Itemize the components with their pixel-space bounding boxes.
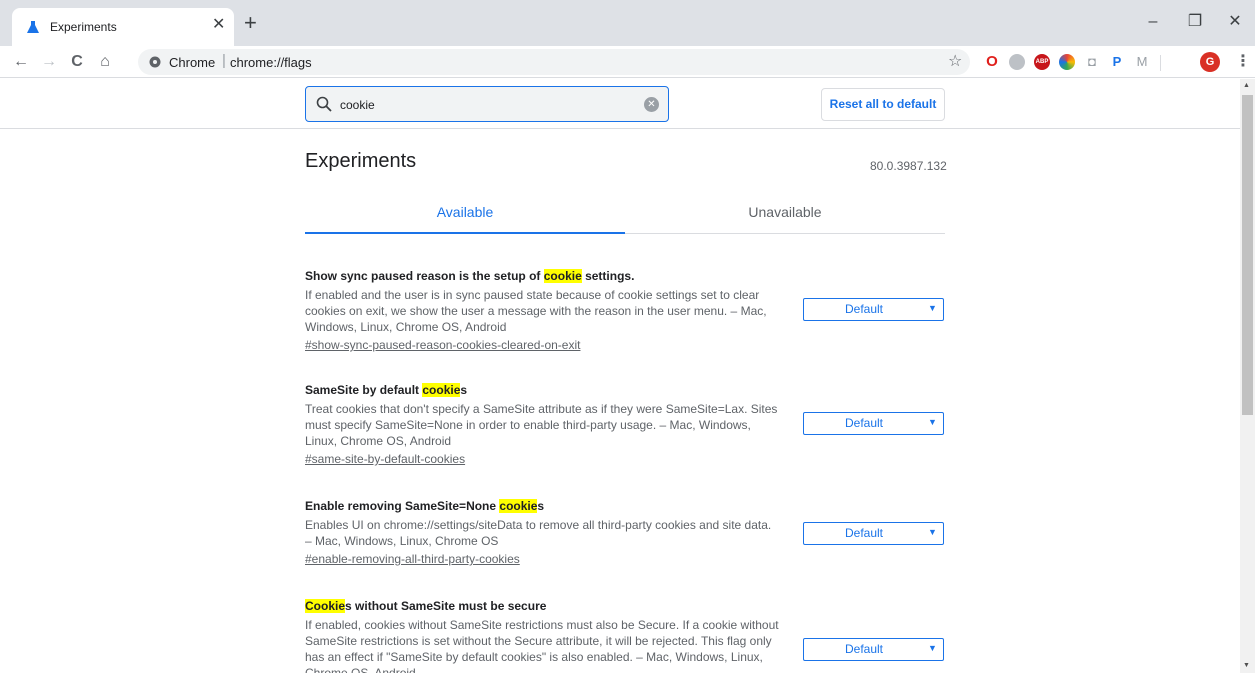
title-text: s without SameSite must be secure — [345, 599, 547, 613]
experiment-item: Cookies without SameSite must be secure … — [305, 598, 945, 673]
chrome-site-icon — [149, 56, 161, 68]
experiment-select[interactable]: Default ▼ — [803, 298, 944, 321]
minimize-button[interactable]: – — [1140, 10, 1166, 34]
new-tab-button[interactable]: + — [244, 12, 257, 34]
experiment-description: Treat cookies that don't specify a SameS… — [305, 402, 778, 448]
scroll-thumb[interactable] — [1242, 95, 1253, 415]
flags-tabs: Available Unavailable — [305, 192, 945, 234]
tab-available[interactable]: Available — [305, 192, 625, 234]
dropdown-arrow-icon: ▼ — [928, 643, 937, 653]
title-text: settings. — [581, 269, 635, 283]
select-value: Default — [844, 416, 884, 430]
dropdown-arrow-icon: ▼ — [928, 303, 937, 313]
dropdown-arrow-icon: ▼ — [928, 527, 937, 537]
bookmark-star-icon[interactable]: ☆ — [948, 53, 962, 71]
tab-experiments[interactable]: Experiments ✕ — [12, 8, 234, 46]
experiment-title: Cookies without SameSite must be secure — [305, 598, 945, 614]
color-picker-icon[interactable] — [1059, 54, 1075, 70]
experiment-link[interactable]: #same-site-by-default-cookies — [305, 451, 465, 467]
gray-extension-icon[interactable] — [1009, 54, 1025, 70]
dropdown-arrow-icon: ▼ — [928, 417, 937, 427]
experiment-select[interactable]: Default ▼ — [803, 522, 944, 545]
tab-unavailable[interactable]: Unavailable — [625, 192, 945, 234]
version-label: 80.0.3987.132 — [870, 159, 947, 173]
clear-search-icon[interactable]: ✕ — [644, 97, 659, 112]
search-icon — [316, 96, 332, 112]
tab-title: Experiments — [50, 20, 117, 34]
page-title: Experiments — [305, 150, 417, 172]
reset-all-button[interactable]: Reset all to default — [821, 88, 945, 121]
forward-button[interactable]: → — [38, 51, 60, 73]
site-label: Chrome — [169, 55, 216, 70]
home-button[interactable]: ⌂ — [94, 51, 116, 73]
title-text: Show sync paused reason is the setup of — [305, 269, 544, 283]
experiment-select[interactable]: Default ▼ — [803, 412, 944, 435]
experiment-link[interactable]: #enable-removing-all-third-party-cookies — [305, 551, 520, 567]
experiment-item: Show sync paused reason is the setup of … — [305, 268, 945, 354]
experiment-description: Enables UI on chrome://settings/siteData… — [305, 518, 772, 548]
opera-icon[interactable]: O — [984, 54, 1000, 70]
experiment-title: Show sync paused reason is the setup of … — [305, 268, 945, 284]
experiment-title: SameSite by default cookies — [305, 382, 945, 398]
tab-strip: Experiments ✕ + – ❐ ✕ — [0, 0, 1255, 46]
toolbar-divider — [1160, 55, 1161, 71]
title-text: s — [460, 383, 468, 397]
select-value: Default — [844, 642, 884, 656]
experiment-link[interactable]: #show-sync-paused-reason-cookies-cleared… — [305, 337, 580, 353]
experiment-item: Enable removing SameSite=None cookies En… — [305, 498, 945, 568]
page-scrollbar[interactable]: ▲ ▼ — [1240, 79, 1255, 673]
url-separator: | — [222, 52, 226, 69]
camera-icon[interactable]: ◘ — [1084, 54, 1100, 70]
scroll-up-arrow-icon[interactable]: ▲ — [1243, 82, 1250, 89]
search-highlight: cookie — [422, 383, 461, 397]
close-window-button[interactable]: ✕ — [1222, 10, 1248, 34]
select-value: Default — [844, 526, 884, 540]
title-text: Enable removing SameSite=None — [305, 499, 500, 513]
title-text: s — [537, 499, 545, 513]
back-button[interactable]: ← — [10, 51, 32, 73]
pushbullet-icon[interactable]: P — [1109, 54, 1125, 70]
menu-icon[interactable]: ⋮ — [1235, 52, 1251, 72]
address-bar[interactable]: Chrome | chrome://flags ☆ — [138, 49, 970, 75]
search-highlight: Cookie — [305, 599, 346, 613]
browser-toolbar: ← → C ⌂ Chrome | chrome://flags ☆ O ABP … — [0, 46, 1255, 78]
experiment-description: If enabled and the user is in sync pause… — [305, 288, 767, 334]
search-highlight: cookie — [499, 499, 538, 513]
experiment-item: SameSite by default cookies Treat cookie… — [305, 382, 945, 468]
restore-button[interactable]: ❐ — [1182, 10, 1208, 34]
reload-button[interactable]: C — [66, 51, 88, 73]
title-text: SameSite by default — [305, 383, 423, 397]
search-highlight: cookie — [543, 269, 582, 283]
profile-avatar[interactable]: G — [1200, 52, 1220, 72]
url-text[interactable]: chrome://flags — [230, 55, 312, 70]
search-box[interactable]: ✕ — [305, 86, 669, 122]
adblock-plus-icon[interactable]: ABP — [1034, 54, 1050, 70]
experiment-description: If enabled, cookies without SameSite res… — [305, 618, 779, 673]
experiment-select[interactable]: Default ▼ — [803, 638, 944, 661]
close-tab-icon[interactable]: ✕ — [212, 17, 225, 33]
scroll-down-arrow-icon[interactable]: ▼ — [1243, 662, 1250, 669]
select-value: Default — [844, 302, 884, 316]
search-input[interactable] — [340, 95, 630, 115]
gmail-icon[interactable]: M — [1134, 54, 1150, 70]
flags-header: ✕ Reset all to default — [0, 79, 1240, 129]
experiment-title: Enable removing SameSite=None cookies — [305, 498, 945, 514]
flask-icon — [27, 21, 39, 33]
